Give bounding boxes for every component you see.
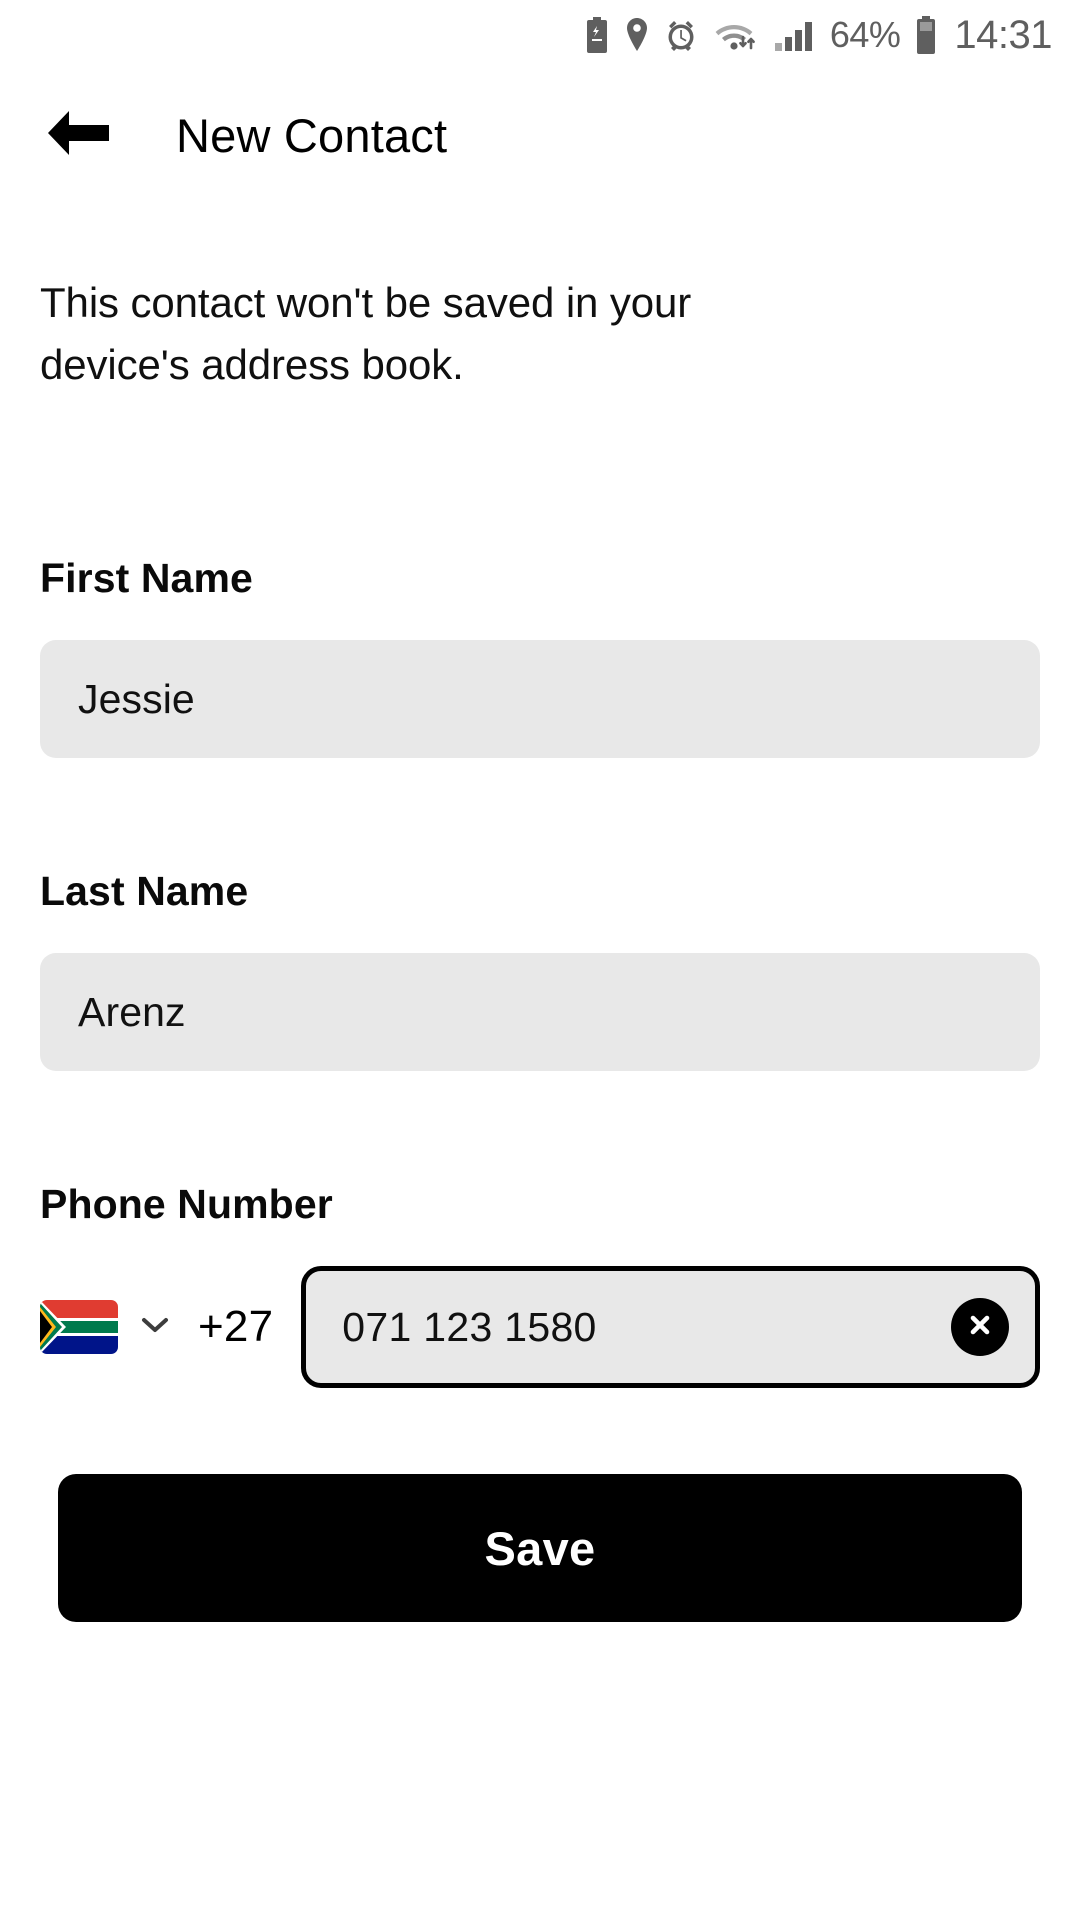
- battery-percent-label: 64%: [829, 14, 901, 55]
- phone-number-input[interactable]: 071 123 1580: [301, 1266, 1040, 1389]
- arrow-left-icon: [45, 107, 111, 164]
- app-bar: New Contact: [0, 70, 1080, 200]
- phone-number-label: Phone Number: [40, 1181, 333, 1228]
- battery-icon: [914, 16, 938, 54]
- last-name-label: Last Name: [40, 868, 249, 915]
- dial-code-label: +27: [198, 1302, 274, 1352]
- chevron-down-icon: [140, 1315, 170, 1340]
- south-africa-flag-icon: [40, 1300, 118, 1355]
- last-name-input[interactable]: Arenz: [40, 953, 1040, 1072]
- field-phone-number: Phone Number +27 071 123 1580: [40, 1181, 1040, 1389]
- field-first-name: First Name Jessie: [40, 555, 1040, 759]
- country-selector[interactable]: [40, 1300, 118, 1355]
- country-dropdown-toggle[interactable]: [140, 1315, 170, 1340]
- last-name-value: Arenz: [78, 988, 186, 1035]
- notice-text: This contact won't be saved in your devi…: [40, 279, 692, 388]
- battery-saver-icon: [584, 17, 610, 53]
- back-button[interactable]: [42, 99, 114, 171]
- save-button[interactable]: Save: [58, 1474, 1022, 1623]
- status-bar: 64% 14:31: [0, 0, 1080, 70]
- alarm-icon: [664, 17, 698, 53]
- field-last-name: Last Name Arenz: [40, 868, 1040, 1072]
- clear-circle-icon: [964, 1309, 996, 1346]
- location-pin-icon: [624, 17, 650, 53]
- first-name-value: Jessie: [78, 675, 195, 722]
- save-section: Save: [0, 1474, 1080, 1623]
- first-name-input[interactable]: Jessie: [40, 640, 1040, 759]
- clear-phone-button[interactable]: [951, 1298, 1009, 1357]
- page-title: New Contact: [176, 108, 448, 162]
- phone-row: +27 071 123 1580: [40, 1266, 1040, 1389]
- wifi-icon: [712, 17, 760, 53]
- first-name-label: First Name: [40, 555, 253, 602]
- signal-bars-icon: [774, 17, 816, 53]
- phone-number-value: 071 123 1580: [342, 1303, 597, 1350]
- save-button-label: Save: [484, 1521, 596, 1575]
- clock-label: 14:31: [954, 13, 1052, 57]
- form-content: This contact won't be saved in your devi…: [0, 272, 1080, 1389]
